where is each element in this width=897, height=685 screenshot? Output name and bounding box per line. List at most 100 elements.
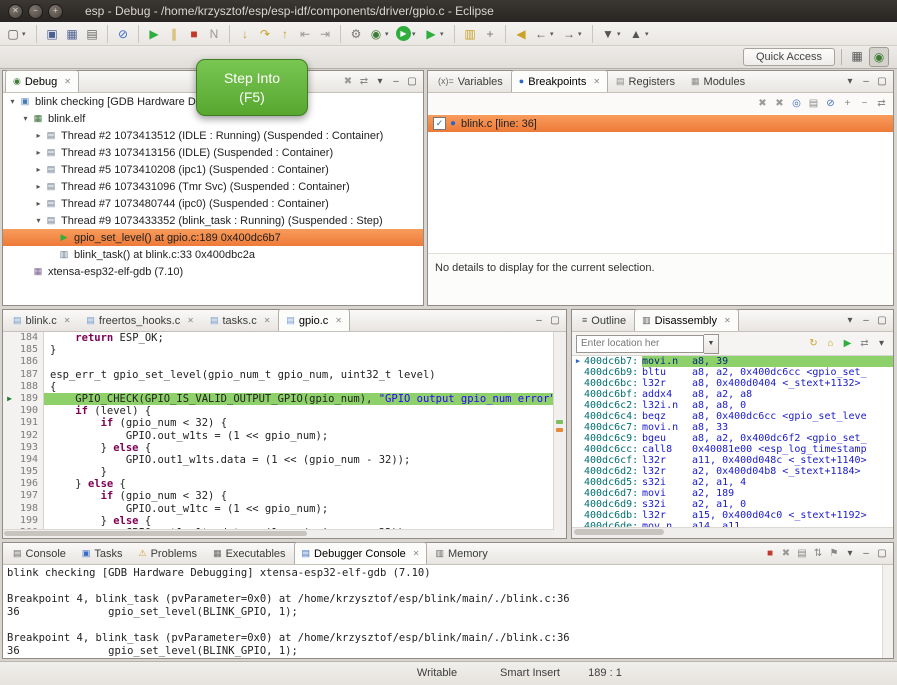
location-input[interactable] bbox=[576, 335, 704, 353]
debug-tree-item[interactable]: ▥blink_task() at blink.c:33 0x400dbc2a bbox=[3, 246, 423, 263]
external-tools-icon[interactable]: ▶ bbox=[422, 25, 440, 43]
expander-icon[interactable]: ▸ bbox=[33, 165, 44, 174]
remove-all-breakpoints-icon[interactable]: ✖ bbox=[772, 96, 787, 111]
step-into-icon[interactable]: ↓ bbox=[236, 25, 254, 43]
debug-dropdown-icon[interactable]: ▾ bbox=[385, 30, 393, 38]
gear-icon[interactable]: ⚙ bbox=[347, 25, 365, 43]
tab-close-icon[interactable]: ✕ bbox=[593, 77, 600, 86]
breakpoint-checkbox[interactable]: ✓ bbox=[433, 117, 446, 130]
console-body[interactable]: blink checking [GDB Hardware Debugging] … bbox=[3, 565, 893, 658]
debug-tree-item[interactable]: ▸▤Thread #7 1073480744 (ipc0) (Suspended… bbox=[3, 195, 423, 212]
maximize-icon[interactable]: ▢ bbox=[875, 314, 889, 328]
tab-close-icon[interactable]: ✕ bbox=[335, 316, 342, 325]
quick-access-button[interactable]: Quick Access bbox=[743, 48, 835, 66]
next-annotation-dropdown-icon[interactable]: ▾ bbox=[617, 30, 625, 38]
minimize-icon[interactable]: – bbox=[859, 314, 873, 328]
maximize-icon[interactable]: ▢ bbox=[548, 314, 562, 328]
debug-tree-item[interactable]: ▸▤Thread #2 1073413512 (IDLE : Running) … bbox=[3, 127, 423, 144]
tab-close-icon[interactable]: ✕ bbox=[724, 316, 731, 325]
debug-icon[interactable]: ◉ bbox=[367, 25, 385, 43]
console-vertical-scrollbar[interactable] bbox=[882, 565, 893, 658]
tab-close-icon[interactable]: ✕ bbox=[64, 77, 71, 86]
overview-ruler[interactable] bbox=[553, 332, 566, 538]
run-icon[interactable]: ▶ bbox=[396, 26, 411, 41]
suspend-icon[interactable]: ∥ bbox=[165, 25, 183, 43]
last-edit-location-icon[interactable]: ◀ bbox=[512, 25, 530, 43]
forward-icon[interactable]: → bbox=[560, 25, 578, 43]
external-tools-button[interactable]: ▶▾ bbox=[422, 25, 448, 43]
tab-registers[interactable]: ▤Registers bbox=[608, 70, 683, 92]
editor-hscroll-thumb[interactable] bbox=[4, 531, 307, 536]
maximize-icon[interactable]: ▢ bbox=[875, 547, 889, 561]
previous-annotation-icon[interactable]: ▲ bbox=[627, 25, 645, 43]
debug-button[interactable]: ◉▾ bbox=[367, 25, 393, 43]
step-over-icon[interactable]: ↷ bbox=[256, 25, 274, 43]
disassembly-listing[interactable]: ▶400dc6b7:movi.na8, 39400dc6b9:bltua8, a… bbox=[572, 356, 893, 528]
tab-memory[interactable]: ▥Memory bbox=[427, 542, 495, 564]
ruler-mark-breakpoint[interactable] bbox=[556, 428, 563, 432]
location-dropdown-icon[interactable]: ▼ bbox=[704, 334, 719, 354]
view-menu-icon[interactable]: ▾ bbox=[843, 75, 857, 89]
tab-close-icon[interactable]: ✕ bbox=[187, 316, 194, 325]
debug-tree-item[interactable]: ▾▤Thread #9 1073433352 (blink_task : Run… bbox=[3, 212, 423, 229]
skip-all-icon[interactable]: ⊘ bbox=[823, 96, 838, 111]
debug-tree-item[interactable]: ▸▤Thread #6 1073431096 (Tmr Svc) (Suspen… bbox=[3, 178, 423, 195]
tab-debug[interactable]: ◉Debug✕ bbox=[5, 70, 79, 92]
expander-icon[interactable]: ▸ bbox=[33, 148, 44, 157]
debug-tree-item[interactable]: ▦xtensa-esp32-elf-gdb (7.10) bbox=[3, 263, 423, 280]
expander-icon[interactable]: ▸ bbox=[33, 131, 44, 140]
code-editor-area[interactable]: 184 return ESP_OK;185}186187esp_err_t gp… bbox=[3, 332, 554, 530]
console-menu-icon[interactable]: ▾ bbox=[843, 547, 857, 561]
terminate-process-icon[interactable]: ■ bbox=[763, 547, 777, 561]
maximize-icon[interactable]: ▢ bbox=[405, 75, 419, 89]
new-wizard-icon[interactable]: + bbox=[481, 25, 499, 43]
new-icon[interactable]: ▢ bbox=[4, 25, 22, 43]
skip-all-breakpoints-icon[interactable]: ⊘ bbox=[114, 25, 132, 43]
expander-icon[interactable]: ▾ bbox=[20, 114, 31, 123]
use-step-filters-icon[interactable]: ⇥ bbox=[316, 25, 334, 43]
forward-button[interactable]: →▾ bbox=[560, 25, 586, 43]
disconnect-icon[interactable]: N bbox=[205, 25, 223, 43]
sync-selection-icon[interactable]: ⇄ bbox=[857, 336, 872, 351]
new-dropdown-icon[interactable]: ▾ bbox=[22, 30, 30, 38]
open-perspective-icon[interactable]: ▦ bbox=[848, 47, 866, 65]
pin-console-icon[interactable]: ⚑ bbox=[827, 547, 841, 561]
tab-tasks-c[interactable]: ▤tasks.c✕ bbox=[202, 309, 278, 331]
minimize-icon[interactable]: – bbox=[389, 75, 403, 89]
run-dropdown-icon[interactable]: ▾ bbox=[412, 30, 420, 38]
show-breakpoints-for-icon[interactable]: ◎ bbox=[789, 96, 804, 111]
tab-modules[interactable]: ▦Modules bbox=[683, 70, 753, 92]
tab-executables[interactable]: ▦Executables bbox=[205, 542, 293, 564]
debug-tree-item[interactable]: ▶gpio_set_level() at gpio.c:189 0x400dc6… bbox=[3, 229, 423, 246]
link-with-view-icon[interactable]: ⇄ bbox=[357, 75, 371, 89]
window-maximize-button[interactable]: + bbox=[48, 4, 63, 19]
tab-disassembly[interactable]: ▥Disassembly✕ bbox=[634, 309, 739, 331]
expander-icon[interactable]: ▾ bbox=[7, 97, 18, 106]
maximize-icon[interactable]: ▢ bbox=[875, 75, 889, 89]
editor-body[interactable]: 184 return ESP_OK;185}186187esp_err_t gp… bbox=[3, 332, 566, 538]
tab-variables[interactable]: (x)=Variables bbox=[430, 70, 511, 92]
disasm-menu-icon[interactable]: ▾ bbox=[874, 336, 889, 351]
print-icon[interactable]: ▤ bbox=[83, 25, 101, 43]
console-output[interactable]: blink checking [GDB Hardware Debugging] … bbox=[3, 565, 883, 658]
remove-all-terminated-icon[interactable]: ✖ bbox=[341, 75, 355, 89]
remove-launch-icon[interactable]: ✖ bbox=[779, 547, 793, 561]
breakpoint-item[interactable]: ✓●blink.c [line: 36] bbox=[428, 115, 893, 132]
forward-dropdown-icon[interactable]: ▾ bbox=[578, 30, 586, 38]
open-folder-icon[interactable]: ▥ bbox=[461, 25, 479, 43]
step-return-icon[interactable]: ↑ bbox=[276, 25, 294, 43]
scroll-lock-icon[interactable]: ⇅ bbox=[811, 547, 825, 561]
debug-perspective-icon[interactable]: ◉ bbox=[869, 47, 889, 67]
collapse-all-icon[interactable]: − bbox=[857, 96, 872, 111]
back-button[interactable]: ←▾ bbox=[532, 25, 558, 43]
back-icon[interactable]: ← bbox=[532, 25, 550, 43]
new-button[interactable]: ▢▾ bbox=[4, 25, 30, 43]
debug-launch-tree[interactable]: ▾▣blink checking [GDB Hardware Debugging… bbox=[3, 93, 423, 305]
window-close-button[interactable]: ✕ bbox=[8, 4, 23, 19]
breakpoints-list[interactable]: ✓●blink.c [line: 36] bbox=[428, 113, 893, 132]
tab-gpio-c[interactable]: ▤gpio.c✕ bbox=[278, 309, 350, 331]
tab-tasks[interactable]: ▣Tasks bbox=[74, 542, 131, 564]
external-tools-dropdown-icon[interactable]: ▾ bbox=[440, 30, 448, 38]
remove-breakpoint-icon[interactable]: ✖ bbox=[755, 96, 770, 111]
minimize-icon[interactable]: – bbox=[859, 75, 873, 89]
